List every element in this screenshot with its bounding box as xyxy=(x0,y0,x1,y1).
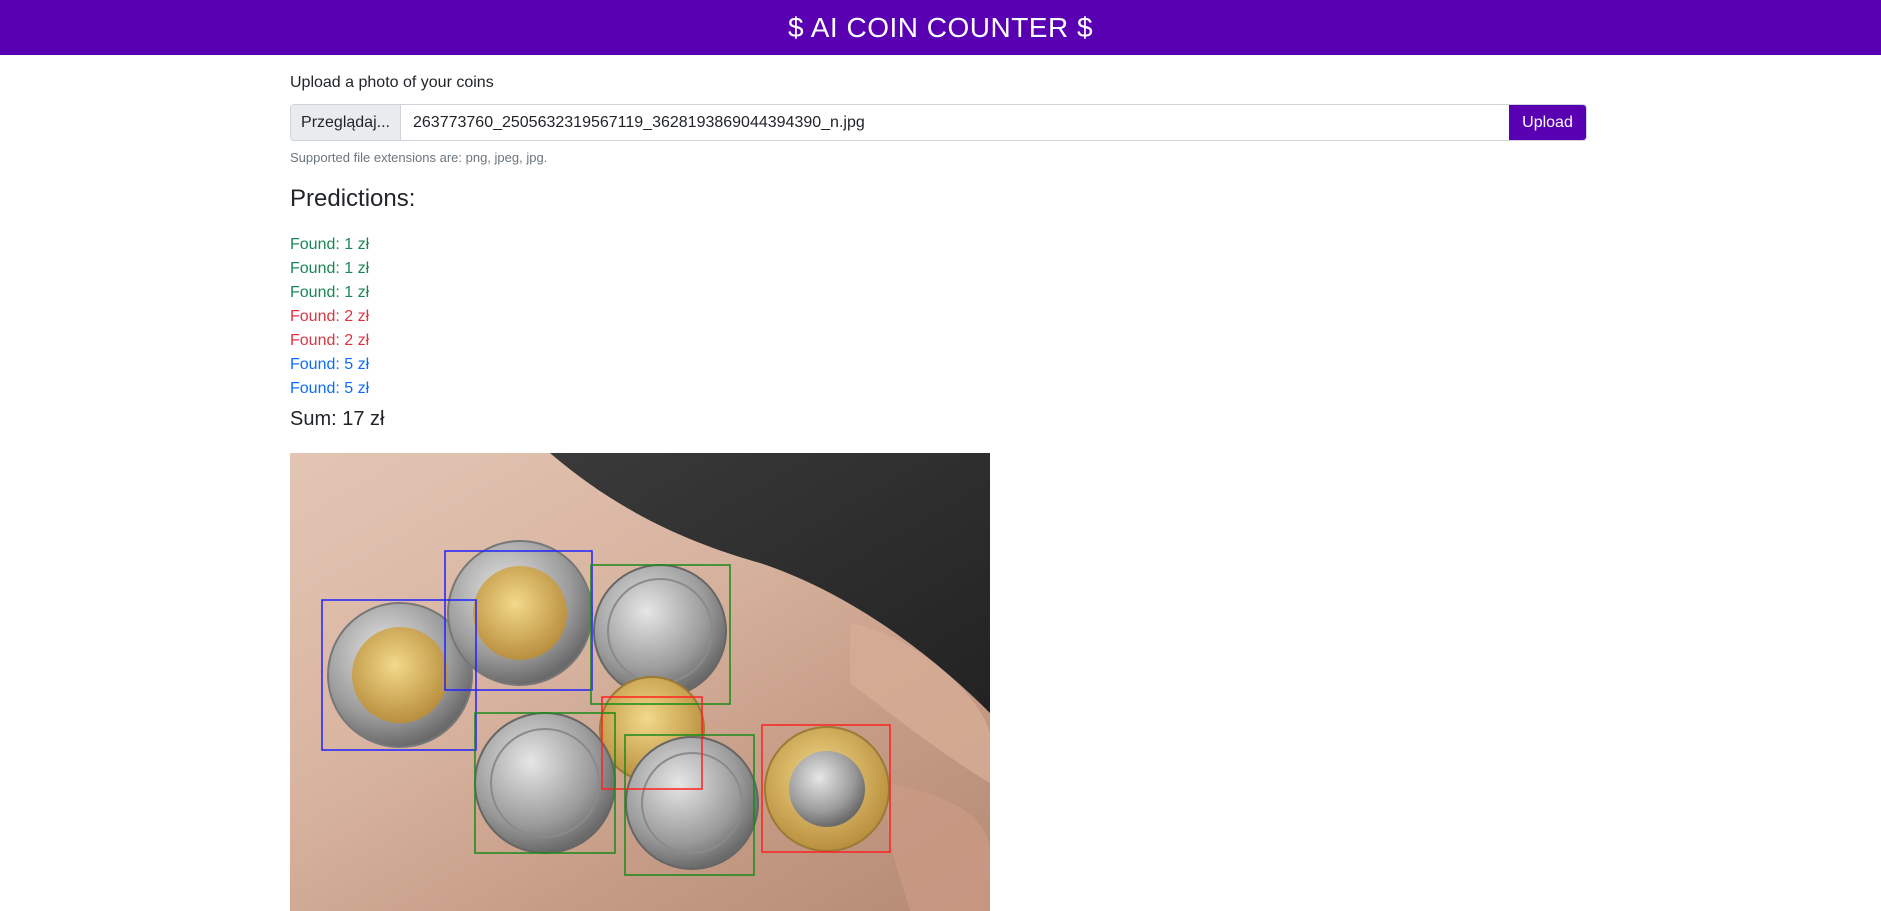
coin-2zl xyxy=(764,726,890,852)
predictions-list: Found: 1 zł Found: 1 zł Found: 1 zł Foun… xyxy=(290,233,369,401)
sum-total: Sum: 17 zł xyxy=(290,408,385,430)
browse-button[interactable]: Przeglądaj... xyxy=(291,105,401,140)
upload-label: Upload a photo of your coins xyxy=(290,74,494,91)
prediction-item: Found: 5 zł xyxy=(290,380,370,397)
prediction-item: Found: 2 zł xyxy=(290,332,370,349)
upload-button[interactable]: Upload xyxy=(1509,105,1586,140)
coin-1zl xyxy=(474,712,616,854)
prediction-item: Found: 5 zł xyxy=(290,356,370,373)
prediction-item: Found: 1 zł xyxy=(290,260,370,277)
file-name-field[interactable]: 263773760_2505632319567119_3628193869044… xyxy=(401,105,1509,140)
prediction-item: Found: 2 zł xyxy=(290,308,370,325)
coin-1zl xyxy=(625,736,759,870)
navbar: $ AI COIN COUNTER $ xyxy=(0,0,1881,55)
prediction-item: Found: 1 zł xyxy=(290,236,370,253)
finger-shape xyxy=(887,783,990,911)
prediction-item: Found: 1 zł xyxy=(290,284,370,301)
coins-photo xyxy=(290,453,990,911)
coin-5zl xyxy=(447,540,593,686)
predictions-title: Predictions: xyxy=(290,185,416,212)
app-title: $ AI COIN COUNTER $ xyxy=(787,11,1094,43)
coins-photo-svg xyxy=(321,453,990,911)
file-input-group: Przeglądaj... 263773760_2505632319567119… xyxy=(290,104,1587,141)
file-extensions-help: Supported file extensions are: png, jpeg… xyxy=(290,150,548,165)
